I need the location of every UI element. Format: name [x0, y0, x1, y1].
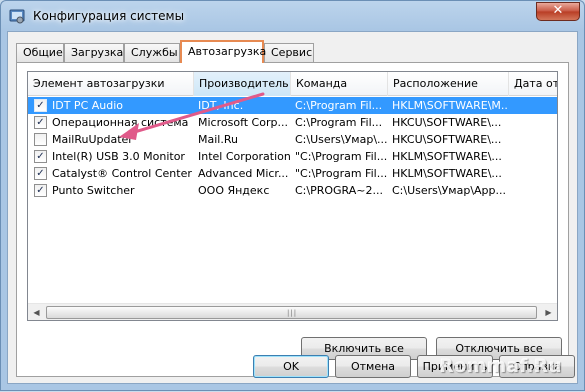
tab-tools[interactable]: Сервис	[264, 43, 314, 62]
cell-manufacturer: ООО Яндекс	[198, 184, 270, 197]
system-configuration-window: Конфигурация системы ✕ Общие Загрузка Сл…	[0, 0, 585, 391]
cell-command: C:\Program Fil...	[295, 116, 383, 129]
cell-item-name: Операционная система Mi...	[52, 116, 192, 129]
close-button[interactable]: ✕	[536, 2, 580, 21]
tab-boot[interactable]: Загрузка	[64, 43, 124, 62]
table-row[interactable]: ✓ Punto Switcher ООО Яндекс C:\PROGRA~2.…	[28, 182, 557, 199]
title-bar[interactable]: Конфигурация системы ✕	[1, 1, 585, 31]
cell-manufacturer: IDT, Inc.	[198, 99, 244, 112]
dialog-client-area: Общие Загрузка Службы Автозагрузка Серви…	[7, 31, 578, 384]
tab-general[interactable]: Общие	[16, 43, 64, 62]
cell-command: C:\Program Fil...	[295, 99, 383, 112]
horizontal-scrollbar[interactable]: ◀ ||| ▶	[28, 303, 557, 320]
app-icon	[9, 9, 25, 24]
row-checkbox-unchecked[interactable]	[34, 133, 47, 146]
cancel-button[interactable]: Отмена	[335, 355, 411, 378]
cell-location: C:\Users\Умар\App...	[392, 184, 507, 197]
cell-location: HKLM\SOFTWARE\...	[392, 167, 502, 180]
startup-items-list[interactable]: Элемент автозагрузки Производитель Коман…	[27, 71, 558, 321]
cell-item-name: Punto Switcher	[52, 184, 135, 197]
window-title: Конфигурация системы	[33, 9, 185, 23]
table-row[interactable]: ✓ IDT PC Audio IDT, Inc. C:\Program Fil.…	[28, 97, 557, 114]
cell-command: "C:\Program Fil...	[295, 167, 387, 180]
ok-button[interactable]: OK	[253, 355, 329, 378]
cell-manufacturer: Advanced Micr...	[198, 167, 289, 180]
tab-services[interactable]: Службы	[124, 43, 180, 62]
cell-item-name: Intel(R) USB 3.0 Monitor	[52, 150, 185, 163]
cell-item-name: IDT PC Audio	[52, 99, 124, 112]
column-startup-item[interactable]: Элемент автозагрузки	[28, 72, 194, 96]
scroll-left-icon[interactable]: ◀	[28, 304, 45, 320]
scroll-right-icon[interactable]: ▶	[540, 304, 557, 320]
column-location[interactable]: Расположение	[388, 72, 509, 96]
list-header: Элемент автозагрузки Производитель Коман…	[28, 72, 557, 96]
column-manufacturer[interactable]: Производитель	[194, 72, 291, 96]
cell-command: C:\PROGRA~2...	[295, 184, 383, 197]
cell-manufacturer: Intel Corporation	[198, 150, 290, 163]
cell-location: HKLM\SOFTWARE\...	[392, 150, 502, 163]
row-checkbox[interactable]: ✓	[34, 99, 47, 112]
help-button[interactable]: Справка	[499, 355, 575, 378]
apply-button[interactable]: Применить	[417, 355, 493, 378]
row-checkbox[interactable]: ✓	[34, 150, 47, 163]
tab-startup[interactable]: Автозагрузка	[180, 40, 266, 63]
column-command[interactable]: Команда	[291, 72, 388, 96]
cell-command: C:\Users\Умар\...	[295, 133, 387, 146]
cell-manufacturer: Mail.Ru	[198, 133, 238, 146]
cell-command: "C:\Program Fil...	[295, 150, 387, 163]
cell-location: HKCU\SOFTWARE\...	[392, 116, 502, 129]
row-checkbox[interactable]: ✓	[34, 116, 47, 129]
cell-manufacturer: Microsoft Corp...	[198, 116, 288, 129]
table-row[interactable]: ✓ Операционная система Mi... Microsoft C…	[28, 114, 557, 131]
cell-location: HKLM\SOFTWARE\M...	[392, 99, 508, 112]
table-row[interactable]: ✓ Intel(R) USB 3.0 Monitor Intel Corpora…	[28, 148, 557, 165]
grip-icon: |||	[287, 309, 298, 317]
scroll-thumb[interactable]: |||	[46, 306, 537, 319]
row-checkbox[interactable]: ✓	[34, 184, 47, 197]
table-row[interactable]: ✓ Catalyst® Control Center Advanced Micr…	[28, 165, 557, 182]
column-date-disabled[interactable]: Дата от	[509, 72, 557, 96]
cell-item-name: Catalyst® Control Center	[52, 167, 192, 180]
cell-item-name: MailRuUpdater	[52, 133, 133, 146]
row-checkbox[interactable]: ✓	[34, 167, 47, 180]
cell-location: HKCU\SOFTWARE\...	[392, 133, 502, 146]
startup-tab-panel: Элемент автозагрузки Производитель Коман…	[16, 62, 569, 377]
table-row[interactable]: MailRuUpdater Mail.Ru C:\Users\Умар\... …	[28, 131, 557, 148]
close-icon: ✕	[552, 3, 564, 18]
